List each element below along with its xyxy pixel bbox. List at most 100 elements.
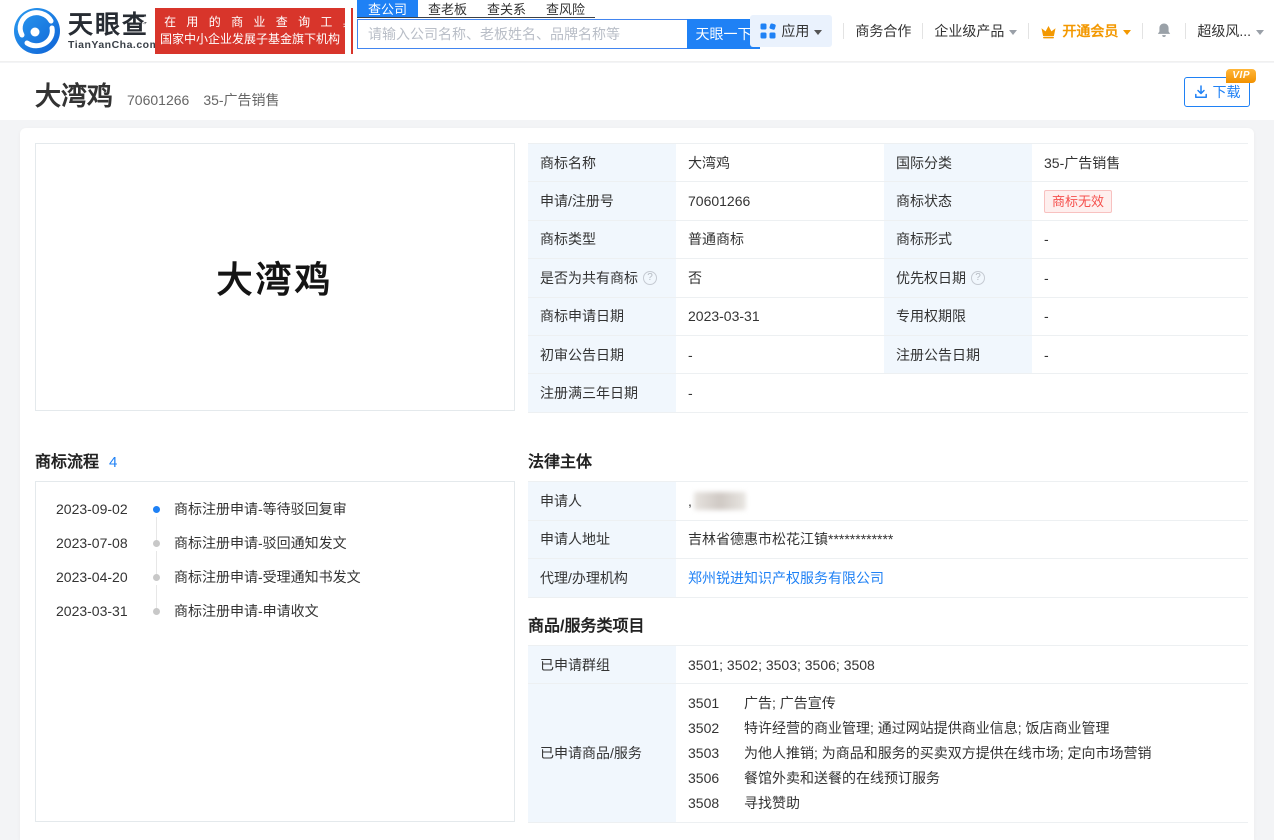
download-label: 下载 [1213,82,1241,102]
nav-open-vip[interactable]: 开通会员 [1040,21,1131,41]
bell-icon [1154,21,1174,41]
nav-super-risk[interactable]: 超级风... [1197,21,1264,41]
tab-relation[interactable]: 查关系 [477,0,536,17]
info-value: - [1032,221,1248,259]
nav-super-risk-label: 超级风... [1197,21,1251,41]
search-input[interactable] [357,19,687,49]
info-label: 是否为共有商标 [528,259,676,297]
service-item: 3503 为他人推销; 为商品和服务的买卖双方提供在线市场; 定向市场营销 [688,740,1236,765]
info-label: 商标申请日期 [528,298,676,336]
tab-boss[interactable]: 查老板 [418,0,477,17]
service-code: 3506 [688,770,744,786]
info-label: 初审公告日期 [528,336,676,374]
redacted-value [694,492,746,510]
legal-value-agency: 郑州锐进知识产权服务有限公司 [676,559,1248,598]
info-label: 申请/注册号 [528,182,676,220]
search-button[interactable]: 天眼一下 [687,19,760,49]
chevron-down-icon [1256,30,1264,35]
trademark-process-timeline: 2023-09-02 商标注册申请-等待驳回复审 2023-07-08 商标注册… [35,481,515,822]
chevron-down-icon [1009,30,1017,35]
page-title-bar: 大湾鸡 70601266 35-广告销售 下载 VIP [0,63,1274,120]
legal-value-applicant: , [676,482,1248,521]
nav-cooperation[interactable]: 商务合作 [855,21,911,41]
info-value: 普通商标 [676,221,884,259]
timeline-dot [140,499,174,533]
page-title: 大湾鸡 [35,81,113,111]
service-code: 3501 [688,695,744,711]
info-label: 商标类型 [528,221,676,259]
timeline-text: 商标注册申请-驳回通知发文 [174,533,347,553]
chevron-down-icon [1123,30,1131,35]
registration-number: 70601266 [127,92,189,108]
download-icon [1194,85,1208,99]
info-value: - [1032,336,1248,374]
service-desc: 广告; 广告宣传 [744,693,836,713]
info-value: 商标无效 [1032,182,1248,220]
info-value: - [676,374,1248,412]
agency-link[interactable]: 郑州锐进知识产权服务有限公司 [688,568,884,588]
goods-section-title: 商品/服务类项目 [528,612,644,636]
nav-divider [843,23,844,39]
logo-domain: TianYanCha.com [68,39,159,51]
apps-grid-icon [760,23,776,39]
service-code: 3508 [688,795,744,811]
info-label: 注册满三年日期 [528,374,676,412]
download-button[interactable]: 下载 VIP [1184,77,1250,107]
process-section-title: 商标流程 4 [35,448,117,472]
nav-apps[interactable]: 应用 [750,15,832,47]
crown-icon [1040,24,1057,39]
timeline-date: 2023-09-02 [56,499,140,519]
service-item: 3501 广告; 广告宣传 [688,690,1236,715]
timeline-item: 2023-07-08 商标注册申请-驳回通知发文 [56,533,514,567]
top-bar: 天眼查 TianYanCha.com 都 在 用 的 商 业 查 询 工 具 国… [0,0,1274,62]
nav-enterprise[interactable]: 企业级产品 [934,21,1017,41]
nav-apps-label: 应用 [781,21,809,41]
service-desc: 特许经营的商业管理; 通过网站提供商业信息; 饭店商业管理 [744,718,1110,738]
timeline-dot [140,533,174,567]
goods-label: 已申请群组 [528,646,676,684]
tab-company[interactable]: 查公司 [357,0,418,17]
info-value: 2023-03-31 [676,298,884,336]
timeline-text: 商标注册申请-受理通知书发文 [174,567,361,587]
service-item: 3506 餐馆外卖和送餐的在线预订服务 [688,766,1236,791]
goods-group-value: 3501; 3502; 3503; 3506; 3508 [676,646,1248,684]
help-icon[interactable] [643,271,657,285]
trademark-info-table: 商标名称 大湾鸡 国际分类 35-广告销售 申请/注册号 70601266 商标… [528,143,1248,413]
goods-label: 已申请商品/服务 [528,684,676,823]
info-value: - [1032,298,1248,336]
info-value: - [1032,259,1248,297]
goods-title: 商品/服务类项目 [528,612,644,636]
info-value: 大湾鸡 [676,144,884,182]
help-icon[interactable] [971,271,985,285]
service-desc: 餐馆外卖和送餐的在线预订服务 [744,768,940,788]
service-item: 3508 寻找赞助 [688,791,1236,816]
international-class: 35-广告销售 [203,90,279,110]
nav-open-vip-label: 开通会员 [1062,21,1118,41]
tab-risk[interactable]: 查风险 [536,0,595,17]
info-label: 商标状态 [884,182,1032,220]
promo-divider [351,8,353,54]
nav-divider [1185,23,1186,39]
legal-entity-table: 申请人 , 申请人地址 吉林省德惠市松花江镇************ 代理/办理… [528,481,1248,598]
timeline-dot [140,601,174,635]
process-title: 商标流程 [35,448,99,472]
search-tabs: 查公司 查老板 查关系 查风险 [357,0,595,18]
timeline-item: 2023-03-31 商标注册申请-申请收文 [56,601,514,635]
service-desc: 寻找赞助 [744,793,800,813]
legal-value-address: 吉林省德惠市松花江镇************ [676,521,1248,560]
timeline-date: 2023-04-20 [56,567,140,587]
info-value: 70601266 [676,182,884,220]
legal-label: 申请人 [528,482,676,521]
notification-bell[interactable] [1154,21,1174,41]
tianyancha-logo[interactable]: 天眼查 TianYanCha.com [14,8,159,54]
info-label: 注册公告日期 [884,336,1032,374]
info-label: 专用权期限 [884,298,1032,336]
service-desc: 为他人推销; 为商品和服务的买卖双方提供在线市场; 定向市场营销 [744,743,1152,763]
header-nav: 应用 商务合作 企业级产品 开通会员 [750,0,1264,62]
service-code: 3502 [688,720,744,736]
promo-line2: 国家中小企业发展子基金旗下机构 [160,31,340,48]
timeline-dot [140,567,174,601]
legal-section-title: 法律主体 [528,448,592,472]
status-badge: 商标无效 [1044,190,1112,213]
trademark-image: 大湾鸡 [35,143,515,411]
